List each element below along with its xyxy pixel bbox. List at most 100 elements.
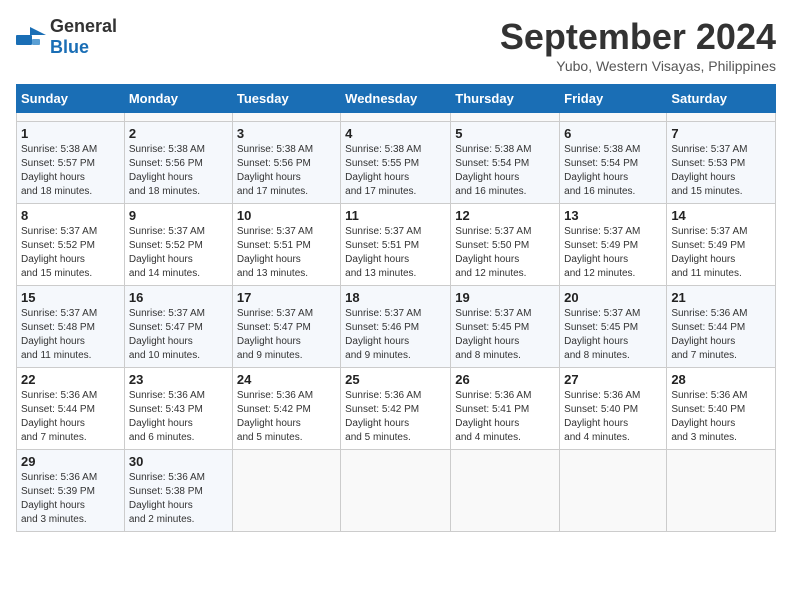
calendar-week-5: 22 Sunrise: 5:36 AM Sunset: 5:44 PM Dayl… xyxy=(17,368,776,450)
day-number: 8 xyxy=(21,208,120,223)
calendar-cell: 11 Sunrise: 5:37 AM Sunset: 5:51 PM Dayl… xyxy=(341,204,451,286)
calendar-cell: 20 Sunrise: 5:37 AM Sunset: 5:45 PM Dayl… xyxy=(560,286,667,368)
day-info: Sunrise: 5:37 AM Sunset: 5:52 PM Dayligh… xyxy=(21,225,120,281)
day-info: Sunrise: 5:37 AM Sunset: 5:45 PM Dayligh… xyxy=(455,307,555,363)
calendar-cell: 22 Sunrise: 5:36 AM Sunset: 5:44 PM Dayl… xyxy=(17,368,125,450)
calendar-cell xyxy=(124,113,232,122)
day-header-tuesday: Tuesday xyxy=(232,85,340,113)
day-number: 20 xyxy=(564,290,662,305)
day-info: Sunrise: 5:37 AM Sunset: 5:47 PM Dayligh… xyxy=(129,307,228,363)
calendar-cell: 17 Sunrise: 5:37 AM Sunset: 5:47 PM Dayl… xyxy=(232,286,340,368)
day-info: Sunrise: 5:37 AM Sunset: 5:49 PM Dayligh… xyxy=(671,225,771,281)
calendar-cell xyxy=(341,450,451,532)
day-number: 2 xyxy=(129,126,228,141)
day-info: Sunrise: 5:38 AM Sunset: 5:54 PM Dayligh… xyxy=(564,143,662,199)
day-info: Sunrise: 5:37 AM Sunset: 5:49 PM Dayligh… xyxy=(564,225,662,281)
day-info: Sunrise: 5:37 AM Sunset: 5:52 PM Dayligh… xyxy=(129,225,228,281)
calendar-cell: 23 Sunrise: 5:36 AM Sunset: 5:43 PM Dayl… xyxy=(124,368,232,450)
calendar-week-2: 1 Sunrise: 5:38 AM Sunset: 5:57 PM Dayli… xyxy=(17,122,776,204)
day-number: 28 xyxy=(671,372,771,387)
calendar-cell: 13 Sunrise: 5:37 AM Sunset: 5:49 PM Dayl… xyxy=(560,204,667,286)
calendar-cell: 7 Sunrise: 5:37 AM Sunset: 5:53 PM Dayli… xyxy=(667,122,776,204)
day-info: Sunrise: 5:36 AM Sunset: 5:42 PM Dayligh… xyxy=(345,389,446,445)
day-info: Sunrise: 5:38 AM Sunset: 5:55 PM Dayligh… xyxy=(345,143,446,199)
calendar-cell: 25 Sunrise: 5:36 AM Sunset: 5:42 PM Dayl… xyxy=(341,368,451,450)
day-info: Sunrise: 5:38 AM Sunset: 5:57 PM Dayligh… xyxy=(21,143,120,199)
calendar-cell: 29 Sunrise: 5:36 AM Sunset: 5:39 PM Dayl… xyxy=(17,450,125,532)
calendar-table: SundayMondayTuesdayWednesdayThursdayFrid… xyxy=(16,84,776,532)
calendar-cell xyxy=(560,113,667,122)
day-info: Sunrise: 5:36 AM Sunset: 5:44 PM Dayligh… xyxy=(671,307,771,363)
month-title: September 2024 xyxy=(500,16,776,58)
calendar-cell: 16 Sunrise: 5:37 AM Sunset: 5:47 PM Dayl… xyxy=(124,286,232,368)
day-header-monday: Monday xyxy=(124,85,232,113)
day-info: Sunrise: 5:36 AM Sunset: 5:42 PM Dayligh… xyxy=(237,389,336,445)
calendar-cell: 21 Sunrise: 5:36 AM Sunset: 5:44 PM Dayl… xyxy=(667,286,776,368)
day-number: 30 xyxy=(129,454,228,469)
day-number: 13 xyxy=(564,208,662,223)
calendar-cell: 14 Sunrise: 5:37 AM Sunset: 5:49 PM Dayl… xyxy=(667,204,776,286)
calendar-cell xyxy=(667,450,776,532)
calendar-cell xyxy=(667,113,776,122)
calendar-cell: 19 Sunrise: 5:37 AM Sunset: 5:45 PM Dayl… xyxy=(451,286,560,368)
day-number: 16 xyxy=(129,290,228,305)
calendar-cell: 24 Sunrise: 5:36 AM Sunset: 5:42 PM Dayl… xyxy=(232,368,340,450)
day-info: Sunrise: 5:37 AM Sunset: 5:50 PM Dayligh… xyxy=(455,225,555,281)
day-info: Sunrise: 5:38 AM Sunset: 5:54 PM Dayligh… xyxy=(455,143,555,199)
calendar-cell: 30 Sunrise: 5:36 AM Sunset: 5:38 PM Dayl… xyxy=(124,450,232,532)
calendar-cell: 3 Sunrise: 5:38 AM Sunset: 5:56 PM Dayli… xyxy=(232,122,340,204)
calendar-cell: 10 Sunrise: 5:37 AM Sunset: 5:51 PM Dayl… xyxy=(232,204,340,286)
calendar-body: 1 Sunrise: 5:38 AM Sunset: 5:57 PM Dayli… xyxy=(17,113,776,532)
calendar-cell: 9 Sunrise: 5:37 AM Sunset: 5:52 PM Dayli… xyxy=(124,204,232,286)
calendar-cell: 2 Sunrise: 5:38 AM Sunset: 5:56 PM Dayli… xyxy=(124,122,232,204)
calendar-cell: 6 Sunrise: 5:38 AM Sunset: 5:54 PM Dayli… xyxy=(560,122,667,204)
calendar-cell xyxy=(451,113,560,122)
calendar-cell: 26 Sunrise: 5:36 AM Sunset: 5:41 PM Dayl… xyxy=(451,368,560,450)
day-header-friday: Friday xyxy=(560,85,667,113)
calendar-week-3: 8 Sunrise: 5:37 AM Sunset: 5:52 PM Dayli… xyxy=(17,204,776,286)
day-info: Sunrise: 5:37 AM Sunset: 5:51 PM Dayligh… xyxy=(237,225,336,281)
calendar-week-6: 29 Sunrise: 5:36 AM Sunset: 5:39 PM Dayl… xyxy=(17,450,776,532)
calendar-cell: 18 Sunrise: 5:37 AM Sunset: 5:46 PM Dayl… xyxy=(341,286,451,368)
day-number: 21 xyxy=(671,290,771,305)
day-info: Sunrise: 5:36 AM Sunset: 5:39 PM Dayligh… xyxy=(21,471,120,527)
day-number: 1 xyxy=(21,126,120,141)
day-number: 26 xyxy=(455,372,555,387)
day-info: Sunrise: 5:37 AM Sunset: 5:45 PM Dayligh… xyxy=(564,307,662,363)
day-info: Sunrise: 5:37 AM Sunset: 5:46 PM Dayligh… xyxy=(345,307,446,363)
day-info: Sunrise: 5:38 AM Sunset: 5:56 PM Dayligh… xyxy=(237,143,336,199)
day-number: 23 xyxy=(129,372,228,387)
calendar-header-row: SundayMondayTuesdayWednesdayThursdayFrid… xyxy=(17,85,776,113)
day-info: Sunrise: 5:37 AM Sunset: 5:48 PM Dayligh… xyxy=(21,307,120,363)
logo-text: GeneralBlue xyxy=(50,16,117,58)
location: Yubo, Western Visayas, Philippines xyxy=(500,58,776,74)
day-header-sunday: Sunday xyxy=(17,85,125,113)
day-header-saturday: Saturday xyxy=(667,85,776,113)
day-number: 4 xyxy=(345,126,446,141)
day-header-wednesday: Wednesday xyxy=(341,85,451,113)
calendar-cell xyxy=(451,450,560,532)
day-number: 7 xyxy=(671,126,771,141)
day-number: 11 xyxy=(345,208,446,223)
day-info: Sunrise: 5:36 AM Sunset: 5:41 PM Dayligh… xyxy=(455,389,555,445)
calendar-cell xyxy=(232,113,340,122)
day-info: Sunrise: 5:36 AM Sunset: 5:40 PM Dayligh… xyxy=(564,389,662,445)
calendar-cell xyxy=(232,450,340,532)
day-number: 19 xyxy=(455,290,555,305)
day-number: 10 xyxy=(237,208,336,223)
day-number: 15 xyxy=(21,290,120,305)
title-section: September 2024 Yubo, Western Visayas, Ph… xyxy=(500,16,776,74)
page-header: GeneralBlue September 2024 Yubo, Western… xyxy=(16,16,776,74)
day-number: 14 xyxy=(671,208,771,223)
day-number: 24 xyxy=(237,372,336,387)
day-info: Sunrise: 5:37 AM Sunset: 5:53 PM Dayligh… xyxy=(671,143,771,199)
day-info: Sunrise: 5:37 AM Sunset: 5:51 PM Dayligh… xyxy=(345,225,446,281)
calendar-cell: 27 Sunrise: 5:36 AM Sunset: 5:40 PM Dayl… xyxy=(560,368,667,450)
day-info: Sunrise: 5:37 AM Sunset: 5:47 PM Dayligh… xyxy=(237,307,336,363)
calendar-cell: 28 Sunrise: 5:36 AM Sunset: 5:40 PM Dayl… xyxy=(667,368,776,450)
calendar-cell xyxy=(341,113,451,122)
day-number: 5 xyxy=(455,126,555,141)
logo: GeneralBlue xyxy=(16,16,117,58)
day-number: 3 xyxy=(237,126,336,141)
day-number: 12 xyxy=(455,208,555,223)
